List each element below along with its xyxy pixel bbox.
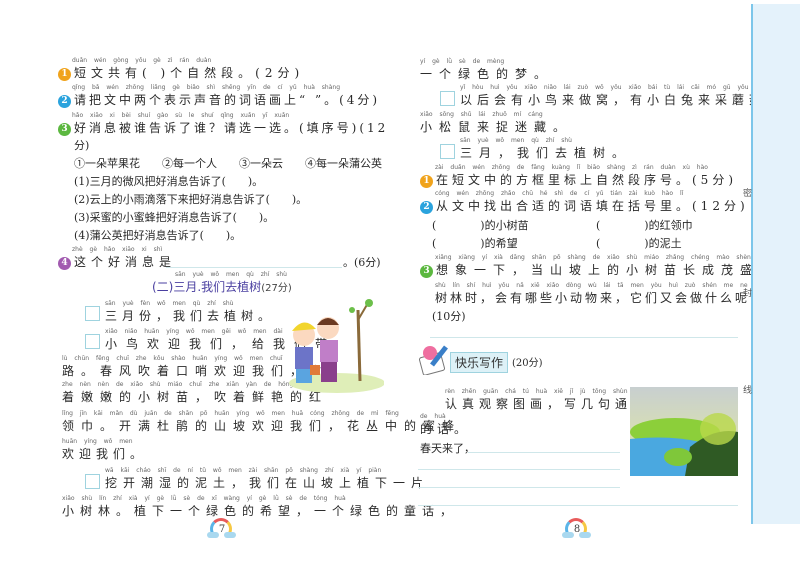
fill-blank[interactable]: ( )的小树苗	[432, 217, 529, 233]
score: (10分)	[432, 310, 466, 323]
pinyin: duǎn wén gòng yǒu gè zì rán duàn	[72, 57, 212, 64]
question-number-1: 1	[420, 175, 433, 188]
fill-blank[interactable]: ( )的红领巾	[596, 217, 693, 233]
question-text: 短文共有( )个自然段。(2分)	[74, 66, 305, 80]
question-text: 在短文中的方框里标上自然段序号。(5分)	[436, 173, 737, 187]
question-number-1: 1	[58, 68, 71, 81]
passage-line: 三月，我们去植树。	[460, 146, 632, 160]
question-text: 请把文中两个表示声音的词语画上“ ”。(4分)	[74, 93, 381, 107]
writing-line[interactable]	[468, 452, 620, 453]
page-number-badge: 8	[562, 518, 592, 540]
pinyin: sān yuè wǒ men qù zhí shù	[175, 271, 287, 278]
pinyin: huān yíng wǒ men	[62, 438, 133, 445]
pinyin: hǎo xiāo xi bèi shuí gào sù le shuí qǐng…	[72, 112, 290, 119]
options: ①一朵苹果花 ②每一个人 ③一朵云 ④每一朵蒲公英	[74, 157, 382, 170]
question-number-3: 3	[58, 123, 71, 136]
passage-line: 领巾。开满杜鹃的山坡欢迎我们，花丛中的蜜蜂	[62, 419, 462, 433]
pinyin: yí gè lǜ sè de mèng	[420, 58, 505, 65]
fill-blank[interactable]: ( )的泥土	[596, 235, 682, 251]
page-number: 7	[218, 524, 226, 535]
pinyin: lǐng jīn kāi mǎn dù juān de shān pō huān…	[62, 410, 399, 417]
answer-line[interactable]	[430, 337, 738, 338]
question-number-3: 3	[420, 265, 433, 278]
pinyin: xiǎo shù lín zhí xià yí gè lǜ sè de xī w…	[62, 495, 346, 502]
pinyin: shù lín shí huì yǒu nǎ xiē xiǎo dòng wù …	[435, 282, 748, 289]
paragraph-number-box[interactable]	[440, 144, 455, 159]
pencil-notebook-icon	[418, 345, 448, 375]
question-number-4: 4	[58, 257, 71, 270]
pinyin: sān yuè fèn wǒ men qù zhí shù	[105, 300, 234, 307]
seal-mark: 密	[743, 189, 753, 199]
passage-line: 以后会有小鸟来做窝，有小白兔来采蘑菇，有	[460, 93, 800, 107]
prompt-text: 的话。	[420, 422, 472, 436]
passage-line: 小树林。植下一个绿色的希望，一个绿色的童话，	[62, 504, 459, 518]
pinyin: zhe nèn nèn de xiǎo shù miáo chuī zhe xi…	[62, 381, 294, 388]
writing-line[interactable]	[418, 469, 620, 470]
question-text: 想象一下，当山坡上的小树苗长成茂盛的	[436, 263, 779, 277]
writing-banner: 快乐写作	[450, 352, 509, 373]
prompt-text: 认真观察图画，写几句通顺	[445, 397, 650, 411]
question-text: 从文中找出合适的词语填在括号里。(12分)	[436, 199, 749, 213]
pinyin: xiǎo sōng shǔ lái zhuō mí cáng	[420, 111, 543, 118]
passage-line: 一个绿色的梦。	[420, 67, 554, 81]
pinyin: lù chūn fēng chuī zhe kǒu shào huān yíng…	[62, 355, 283, 362]
seal-mark: 封	[743, 289, 753, 299]
sub-question: (3)采蜜的小蜜蜂把好消息告诉了( )。	[74, 211, 275, 224]
pinyin: sān yuè wǒ men qù zhí shù	[460, 137, 572, 144]
children-planting-tree-illustration	[289, 299, 384, 393]
score: (27分)	[261, 283, 292, 294]
pinyin: xiǎo niǎo huān yíng wǒ men gěi wǒ men dà…	[105, 328, 283, 335]
writing-line[interactable]	[418, 487, 620, 488]
question-text: 好消息被谁告诉了谁？请选一选。(填序号)(12	[74, 121, 389, 135]
pinyin: rèn zhēn guān chá tú huà xiě jǐ jù tōng …	[445, 388, 628, 395]
score: 。(6分)	[343, 256, 381, 269]
pinyin: zhè gè hǎo xiāo xi shì	[72, 246, 163, 253]
pinyin: cóng wén zhōng zhǎo chū hé shì de cí yǔ …	[435, 190, 684, 197]
passage-line: 欢迎我们。	[62, 447, 148, 461]
fill-blank[interactable]: ( )的希望	[432, 235, 518, 251]
question-text-cont: 分)	[74, 139, 90, 152]
page-number: 8	[573, 524, 581, 535]
paragraph-number-box[interactable]	[85, 306, 100, 321]
passage-line: 小松鼠来捉迷藏。	[420, 120, 573, 134]
question-number-2: 2	[420, 201, 433, 214]
score: (20分)	[512, 358, 543, 369]
question-text: 树林时，会有哪些小动物来，它们又会做什么呢？	[435, 291, 766, 305]
question-text: 这个好消息是	[74, 255, 177, 269]
question-number-2: 2	[58, 95, 71, 108]
section-title-text: (二)三月.我们去植树	[152, 280, 262, 294]
pinyin: yǐ hòu huì yǒu xiǎo niǎo lái zuò wō yǒu …	[460, 84, 749, 91]
answer-line[interactable]	[166, 267, 342, 268]
paragraph-number-box[interactable]	[85, 334, 100, 349]
paragraph-number-box[interactable]	[440, 91, 455, 106]
pinyin: zài duǎn wén zhōng de fāng kuàng lǐ biāo…	[435, 164, 708, 171]
sub-question: (2)云上的小雨滴落下来把好消息告诉了( )。	[74, 193, 308, 206]
spring-landscape-painting	[630, 387, 738, 476]
page-number-badge: 7	[207, 518, 237, 540]
sub-question: (1)三月的微风把好消息告诉了( )。	[74, 175, 264, 188]
binding-margin	[751, 4, 800, 524]
pinyin: xiǎng xiàng yí xià dāng shān pō shàng de…	[435, 254, 770, 261]
seal-mark: 线	[743, 386, 753, 396]
writing-line[interactable]	[418, 505, 738, 506]
passage-line: 三月份，我们去植树。	[105, 309, 276, 323]
paragraph-number-box[interactable]	[85, 474, 100, 489]
writing-start: 春天来了，	[420, 442, 475, 455]
pinyin: de huà	[420, 413, 446, 420]
pinyin: wā kāi cháo shī de ní tǔ wǒ men zài shān…	[105, 467, 382, 474]
sub-question: (4)蒲公英把好消息告诉了( )。	[74, 229, 242, 242]
pinyin: qǐng bǎ wén zhōng liǎng gè biǎo shì shēn…	[72, 84, 341, 91]
passage-line: 挖开潮湿的泥土，我们在山坡上植下一片	[105, 476, 430, 490]
